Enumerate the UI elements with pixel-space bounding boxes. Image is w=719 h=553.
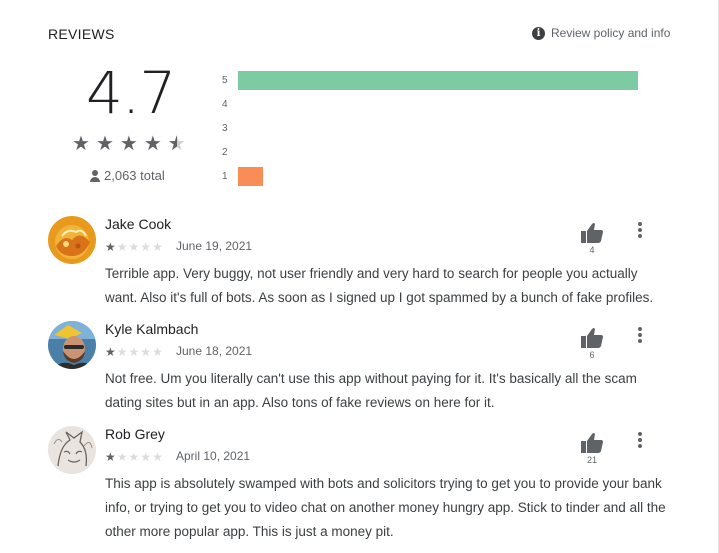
avatar xyxy=(48,216,96,264)
histogram-label: 2 xyxy=(222,146,228,158)
helpful-button[interactable]: 4 xyxy=(576,222,608,255)
helpful-count: 4 xyxy=(589,245,595,255)
reviewer-name: Jake Cook xyxy=(105,216,172,232)
review-date: April 10, 2021 xyxy=(176,449,251,463)
helpful-button[interactable]: 6 xyxy=(576,327,608,360)
star-icon: ★ xyxy=(140,240,152,254)
star-icon: ★ xyxy=(152,450,163,464)
review-rating: ★ ★ ★ ★ ★ xyxy=(105,346,163,358)
helpful-button[interactable]: 21 xyxy=(576,432,608,465)
thumbs-up-icon xyxy=(581,433,603,453)
review-policy-label: Review policy and info xyxy=(551,26,671,40)
star-icon: ★ xyxy=(128,240,140,254)
review-text: This app is absolutely swamped with bots… xyxy=(105,476,666,539)
average-rating: 4.7 xyxy=(86,59,176,127)
histogram-label: 3 xyxy=(222,122,228,134)
star-icon: ★ xyxy=(95,133,114,155)
total-ratings-label: 2,063 total xyxy=(104,168,165,183)
star-icon: ★ xyxy=(116,450,128,464)
histogram-label: 5 xyxy=(222,74,228,86)
review-rating: ★ ★ ★ ★ ★ xyxy=(105,451,163,463)
star-icon: ★ xyxy=(116,345,128,359)
avatar xyxy=(48,321,96,369)
review-text: Not free. Um you literally can't use thi… xyxy=(105,371,637,410)
person-icon xyxy=(89,169,101,182)
rating-histogram: 5 4 3 2 1 xyxy=(222,68,652,188)
histogram-row-3: 3 xyxy=(222,116,652,140)
star-icon: ★ xyxy=(105,450,116,464)
half-star-icon: ★ xyxy=(168,134,186,154)
star-icon: ★ xyxy=(105,240,116,254)
total-ratings: 2,063 total xyxy=(89,168,165,183)
histogram-row-5: 5 xyxy=(222,68,652,92)
star-icon: ★ xyxy=(152,345,163,359)
review-rating: ★ ★ ★ ★ ★ xyxy=(105,241,163,253)
histogram-label: 1 xyxy=(222,170,228,182)
thumbs-up-icon xyxy=(581,223,603,243)
helpful-count: 21 xyxy=(586,455,597,465)
info-icon: i xyxy=(532,26,545,40)
star-icon: ★ xyxy=(140,450,152,464)
histogram-row-1: 1 xyxy=(222,164,652,188)
star-icon: ★ xyxy=(105,345,116,359)
star-icon: ★ xyxy=(72,133,90,155)
reviewer-name: Kyle Kalmbach xyxy=(105,321,199,337)
star-icon: ★ xyxy=(152,240,163,254)
histogram-bar xyxy=(238,70,638,90)
star-icon: ★ xyxy=(140,345,152,359)
reviewer-name: Rob Grey xyxy=(105,426,165,442)
histogram-bar xyxy=(238,166,263,186)
review-text: Terrible app. Very buggy, not user frien… xyxy=(105,266,654,305)
star-icon: ★ xyxy=(119,133,138,155)
average-rating-stars: ★ ★ ★ ★ ★ xyxy=(72,134,186,154)
star-icon: ★ xyxy=(128,345,140,359)
star-icon: ★ xyxy=(116,240,128,254)
more-options-icon[interactable] xyxy=(632,325,648,345)
more-options-icon[interactable] xyxy=(632,220,648,240)
reviews-heading: REVIEWS xyxy=(48,26,115,42)
histogram-label: 4 xyxy=(222,98,228,110)
star-icon: ★ xyxy=(143,133,162,155)
thumbs-up-icon xyxy=(581,328,603,348)
avatar xyxy=(48,426,96,474)
helpful-count: 6 xyxy=(589,350,595,360)
histogram-row-4: 4 xyxy=(222,92,652,116)
histogram-row-2: 2 xyxy=(222,140,652,164)
star-icon: ★ xyxy=(128,450,140,464)
review-date: June 19, 2021 xyxy=(176,239,253,253)
more-options-icon[interactable] xyxy=(632,430,648,450)
review-date: June 18, 2021 xyxy=(176,344,253,358)
review-policy-link[interactable]: i Review policy and info xyxy=(532,26,670,40)
